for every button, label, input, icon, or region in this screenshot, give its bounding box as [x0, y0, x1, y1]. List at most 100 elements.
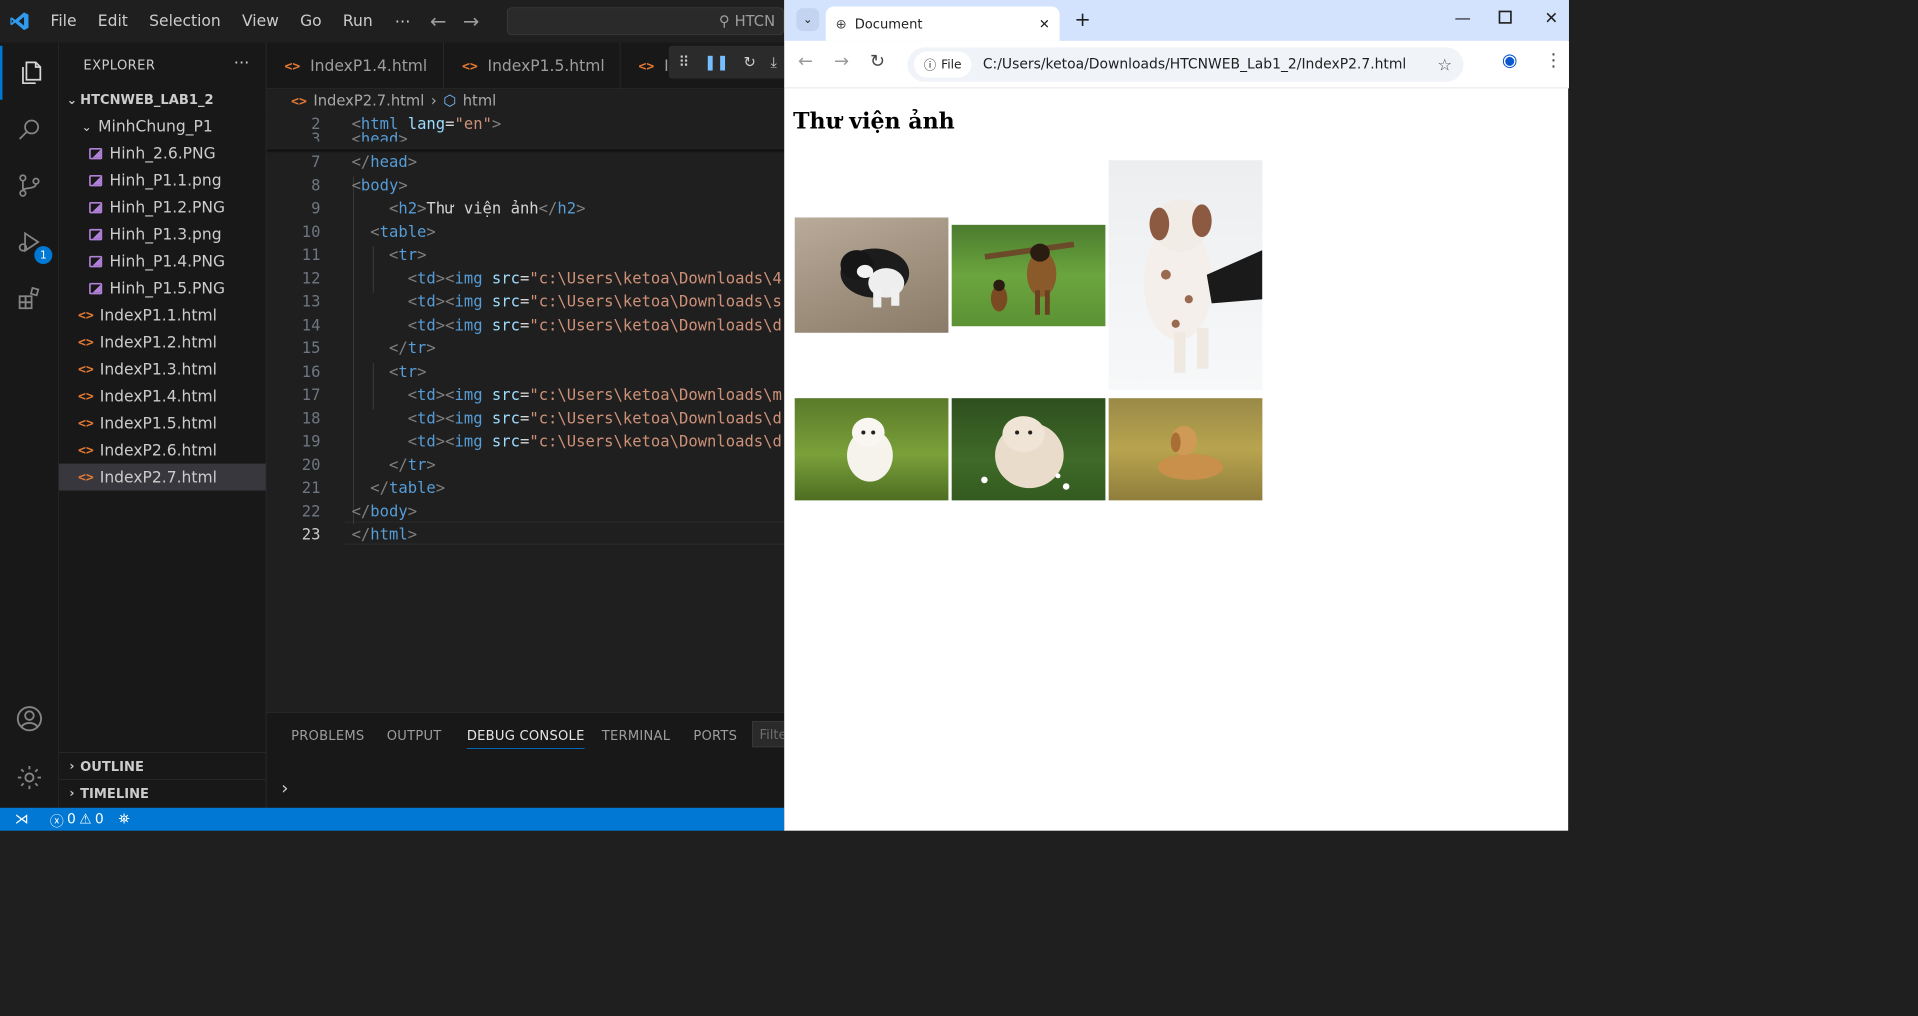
- new-tab-icon[interactable]: +: [1074, 8, 1090, 31]
- code-line: </head>: [351, 152, 418, 171]
- menu-selection[interactable]: Selection: [139, 12, 232, 30]
- pause-icon[interactable]: ❚❚: [704, 54, 729, 71]
- file-item-html[interactable]: <> IndexP1.5.html: [59, 410, 266, 437]
- file-item-html-selected[interactable]: <> IndexP2.7.html: [58, 463, 266, 491]
- file-label: IndexP1.3.html: [99, 360, 217, 379]
- browser-menu-icon[interactable]: ⋮: [1544, 51, 1562, 71]
- warning-count[interactable]: 0: [92, 811, 107, 827]
- file-item-html[interactable]: <> IndexP1.2.html: [59, 329, 266, 356]
- sticky-scroll-shadow: [266, 149, 785, 153]
- file-item-image[interactable]: Hinh_2.6.PNG: [59, 140, 266, 167]
- activity-bar: 1: [0, 42, 59, 808]
- image-file-icon: [89, 201, 103, 213]
- bookmark-star-icon[interactable]: ☆: [1437, 55, 1452, 75]
- line-number: 11: [301, 246, 321, 265]
- accounts-icon[interactable]: [0, 692, 59, 746]
- file-item-html[interactable]: <> IndexP1.1.html: [59, 302, 266, 329]
- chevron-right-icon: ›: [69, 758, 75, 774]
- command-center-search[interactable]: ⚲ HTCN: [507, 7, 785, 36]
- vscode-logo-icon: [0, 11, 40, 32]
- error-count[interactable]: 0: [64, 811, 79, 827]
- step-over-icon[interactable]: ↻: [743, 54, 755, 71]
- tab-label: IndexP1.4.html: [310, 56, 428, 75]
- line-number: 15: [301, 339, 321, 358]
- folder-label: MinhChung_P1: [98, 117, 213, 136]
- bottom-panel: PROBLEMS OUTPUT DEBUG CONSOLE TERMINAL P…: [266, 712, 802, 808]
- file-item-image[interactable]: Hinh_P1.2.PNG: [59, 194, 266, 221]
- html-file-icon: <>: [77, 415, 94, 431]
- file-item-image[interactable]: Hinh_P1.4.PNG: [59, 248, 266, 275]
- tab-indexp1-4[interactable]: <> IndexP1.4.html: [267, 42, 444, 90]
- run-debug-icon[interactable]: 1: [0, 215, 59, 269]
- file-label: Hinh_P1.4.PNG: [109, 252, 226, 271]
- source-control-icon[interactable]: [0, 159, 59, 213]
- file-item-html[interactable]: <> IndexP1.4.html: [59, 383, 266, 410]
- file-label: IndexP2.7.html: [99, 468, 217, 487]
- tab-search-chevron-icon[interactable]: ⌄: [796, 8, 820, 32]
- code-line: <td><img src="c:\Users\ketoa\Downloads\4: [407, 269, 782, 288]
- code-line: <head>: [351, 129, 408, 142]
- file-item-html[interactable]: <> IndexP2.6.html: [59, 437, 266, 464]
- image-file-icon: [89, 282, 103, 294]
- remote-icon[interactable]: ⋊: [0, 811, 40, 827]
- gallery-photo-dalmatian-puppy: [1108, 160, 1263, 390]
- file-item-image[interactable]: Hinh_P1.3.png: [59, 221, 266, 248]
- explorer-more-button[interactable]: ···: [234, 52, 250, 72]
- search-activity-icon[interactable]: [0, 102, 59, 156]
- chevron-right-icon: ›: [69, 785, 75, 801]
- nav-forward-icon[interactable]: →: [455, 10, 488, 33]
- code-editor[interactable]: 2 3 7 8 9 10 11 12 13 14 15 16 17 18 19 …: [266, 112, 785, 713]
- browser-tab-document[interactable]: ⊕ Document ✕: [825, 6, 1060, 41]
- maximize-icon[interactable]: [1498, 10, 1512, 24]
- tab-indexp1-5[interactable]: <> IndexP1.5.html: [444, 42, 621, 90]
- forward-arrow-icon[interactable]: →: [834, 52, 849, 72]
- nav-back-icon[interactable]: ←: [422, 10, 455, 33]
- file-label: Hinh_P1.1.png: [109, 171, 222, 190]
- menu-go[interactable]: Go: [289, 12, 332, 30]
- menu-run[interactable]: Run: [332, 12, 383, 30]
- menu-file[interactable]: File: [40, 12, 87, 30]
- minimize-icon[interactable]: —: [1455, 8, 1471, 28]
- manage-gear-icon[interactable]: [0, 751, 59, 805]
- back-arrow-icon[interactable]: ←: [798, 52, 813, 72]
- file-label: Hinh_P1.2.PNG: [109, 198, 226, 217]
- timeline-section[interactable]: › TIMELINE: [58, 779, 266, 806]
- file-item-image[interactable]: Hinh_P1.5.PNG: [59, 275, 266, 302]
- profile-icon[interactable]: ◉: [1502, 51, 1518, 71]
- panel-tab-terminal[interactable]: TERMINAL: [602, 728, 670, 744]
- explorer-icon[interactable]: [0, 45, 59, 100]
- browser-tabstrip: ⌄ ⊕ Document ✕ + — ✕: [784, 0, 1569, 41]
- file-label: IndexP1.4.html: [99, 387, 217, 406]
- line-number: 3: [311, 129, 321, 142]
- extensions-icon[interactable]: [0, 271, 59, 325]
- file-item-html[interactable]: <> IndexP1.3.html: [59, 356, 266, 383]
- panel-tab-ports[interactable]: PORTS: [693, 728, 737, 744]
- site-info-chip[interactable]: ⓘ File: [914, 51, 972, 78]
- image-file-icon: [89, 147, 103, 160]
- line-number: 8: [311, 176, 321, 195]
- debug-status-icon[interactable]: ⛯: [107, 811, 129, 827]
- menu-view[interactable]: View: [231, 12, 289, 30]
- line-number: 17: [301, 385, 321, 404]
- line-number: 10: [301, 223, 321, 242]
- file-item-image[interactable]: Hinh_P1.1.png: [59, 167, 266, 194]
- breadcrumb-file[interactable]: IndexP2.7.html: [313, 92, 424, 109]
- window-close-icon[interactable]: ✕: [1544, 8, 1558, 28]
- menu-edit[interactable]: Edit: [87, 12, 138, 30]
- workspace-root[interactable]: ⌄ HTCNWEB_LAB1_2: [59, 86, 266, 113]
- address-bar[interactable]: ⓘ File C:/Users/ketoa/Downloads/HTCNWEB_…: [907, 47, 1464, 82]
- breadcrumb-symbol[interactable]: html: [463, 92, 497, 109]
- menu-more-button[interactable]: ···: [383, 11, 421, 31]
- code-line: <td><img src="c:\Users\ketoa\Downloads\m: [407, 385, 782, 404]
- explorer-sidebar: EXPLORER ··· ⌄ HTCNWEB_LAB1_2 ⌄ MinhChun…: [58, 42, 267, 808]
- folder-minhchung[interactable]: ⌄ MinhChung_P1: [59, 113, 266, 140]
- close-tab-icon[interactable]: ✕: [1039, 16, 1050, 32]
- debug-toolbar: ⠿ ❚❚ ↻ ⤓: [668, 45, 785, 79]
- panel-tab-problems[interactable]: PROBLEMS: [291, 728, 364, 744]
- step-into-icon[interactable]: ⤓: [771, 54, 778, 71]
- panel-tab-debug-console[interactable]: DEBUG CONSOLE: [466, 728, 585, 749]
- outline-section[interactable]: › OUTLINE: [58, 752, 266, 779]
- panel-tab-output[interactable]: OUTPUT: [387, 728, 442, 744]
- drag-handle-icon[interactable]: ⠿: [679, 54, 690, 71]
- reload-icon[interactable]: ↻: [870, 52, 885, 72]
